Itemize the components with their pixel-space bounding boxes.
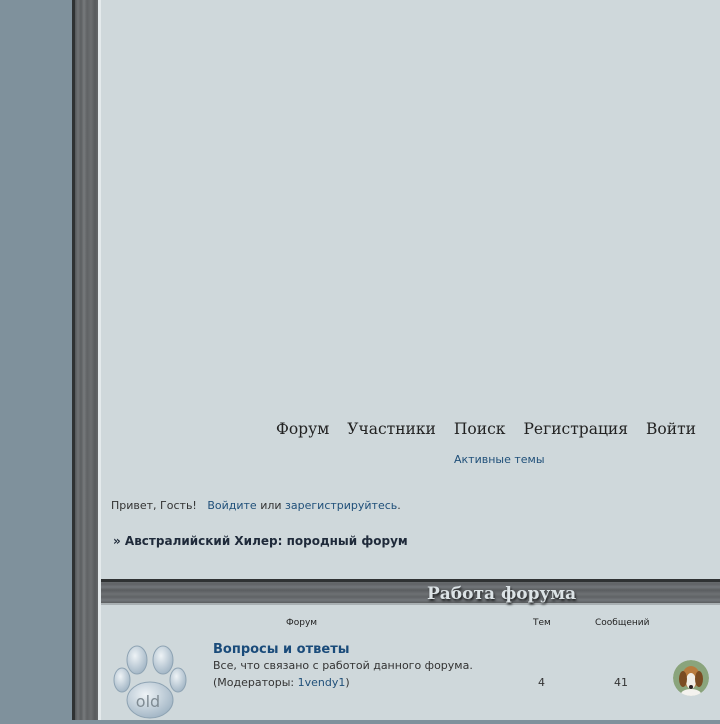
paw-print-icon: old	[111, 640, 191, 720]
mods-suffix: )	[345, 676, 350, 689]
forum-title-link[interactable]: Вопросы и ответы	[213, 642, 349, 657]
nav-login[interactable]: Войти	[646, 420, 696, 438]
guest-greeting: Привет, Гость! Войдите или зарегистрируй…	[111, 499, 401, 512]
mods-prefix: (Модераторы:	[213, 676, 298, 689]
paw-icon-text: old	[136, 692, 160, 711]
column-header-topics: Тем	[533, 618, 551, 628]
forum-topics-count: 4	[538, 676, 545, 689]
nav-register[interactable]: Регистрация	[523, 420, 628, 438]
column-header-forum: Форум	[286, 618, 318, 628]
greeting-text: Привет, Гость!	[111, 499, 197, 512]
main-nav: Форум Участники Поиск Регистрация Войти	[276, 420, 696, 438]
nav-forum[interactable]: Форум	[276, 420, 329, 438]
category-title: Работа форума	[427, 584, 577, 604]
login-link[interactable]: Войдите	[207, 499, 256, 512]
nav-members[interactable]: Участники	[347, 420, 436, 438]
greeting-suffix: .	[397, 499, 401, 512]
last-poster-avatar[interactable]	[673, 660, 709, 696]
column-header-posts: Сообщений	[595, 618, 650, 628]
wood-frame-border	[72, 0, 101, 720]
forum-posts-count: 41	[614, 676, 628, 689]
nav-search[interactable]: Поиск	[454, 420, 506, 438]
breadcrumb[interactable]: » Австралийский Хилер: породный форум	[113, 534, 408, 548]
main-content: Форум Участники Поиск Регистрация Войти …	[98, 0, 720, 720]
category-header: Работа форума	[101, 579, 720, 605]
greeting-or: или	[260, 499, 282, 512]
forum-moderators: (Модераторы: 1vendy1)	[213, 676, 350, 689]
register-link[interactable]: зарегистрируйтесь	[285, 499, 397, 512]
active-topics-link[interactable]: Активные темы	[454, 453, 545, 466]
moderator-link[interactable]: 1vendy1	[298, 676, 346, 689]
forum-description: Все, что связано с работой данного форум…	[213, 659, 473, 672]
